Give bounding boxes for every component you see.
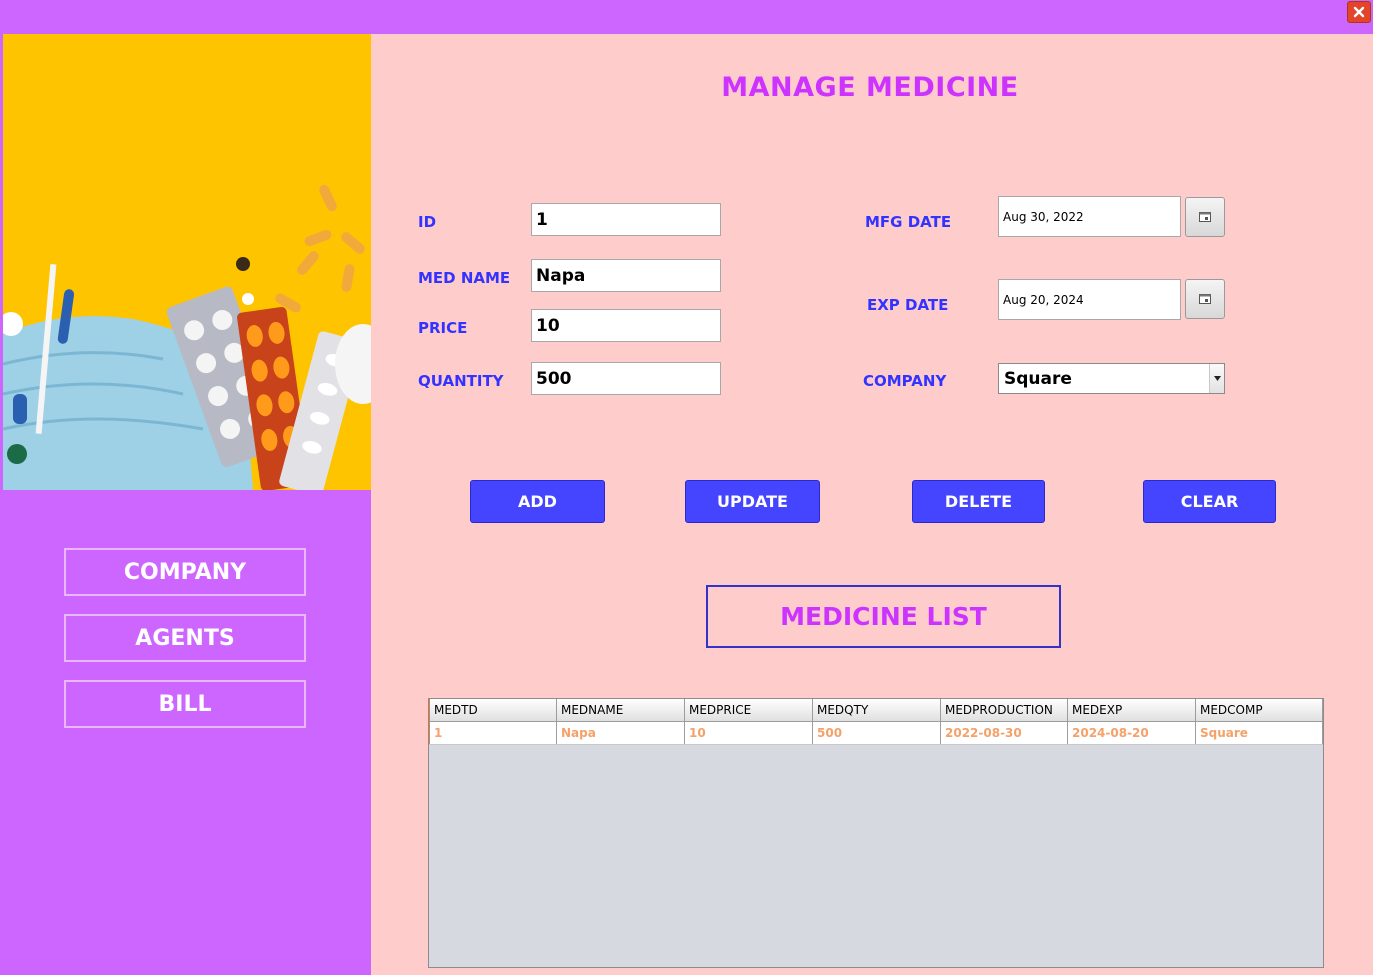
close-button[interactable] [1347,1,1371,23]
table-cell[interactable]: Square [1196,722,1323,744]
quantity-input[interactable] [531,362,721,395]
mfg-date-field[interactable]: Aug 30, 2022 [998,196,1181,237]
calendar-icon [1199,294,1211,304]
update-button-label: UPDATE [717,492,788,511]
id-input[interactable] [531,203,721,236]
column-header[interactable]: MEDTD [429,699,557,721]
table-header: MEDTD MEDNAME MEDPRICE MEDQTY MEDPRODUCT… [429,699,1323,722]
med-name-label: MED NAME [418,269,511,287]
medicine-list-title: MEDICINE LIST [706,585,1061,648]
chevron-down-icon [1209,364,1224,393]
exp-date-label: EXP DATE [867,296,949,314]
mfg-date-label: MFG DATE [865,213,952,231]
column-header[interactable]: MEDPRODUCTION [941,699,1068,721]
medicine-list-title-text: MEDICINE LIST [780,602,987,631]
medicine-banner-image [3,34,371,490]
table-cell[interactable]: 2024-08-20 [1068,722,1196,744]
main-panel: MANAGE MEDICINE ID MED NAME PRICE QUANTI… [371,34,1373,975]
table-cell[interactable]: 1 [429,722,557,744]
add-button[interactable]: ADD [470,480,605,523]
column-header[interactable]: MEDCOMP [1196,699,1323,721]
table-cell[interactable]: Napa [557,722,685,744]
title-bar [0,0,1373,34]
medicine-table[interactable]: MEDTD MEDNAME MEDPRICE MEDQTY MEDPRODUCT… [428,698,1324,968]
column-header[interactable]: MEDPRICE [685,699,813,721]
table-cell[interactable]: 10 [685,722,813,744]
sidebar-item-label: AGENTS [135,625,235,651]
mfg-date-value: Aug 30, 2022 [1003,209,1084,224]
price-label: PRICE [418,319,468,337]
clear-button-label: CLEAR [1180,492,1239,511]
med-name-input[interactable] [531,259,721,292]
exp-date-value: Aug 20, 2024 [1003,292,1084,307]
page-title: MANAGE MEDICINE [721,72,1019,103]
close-icon [1353,6,1365,18]
clear-button[interactable]: CLEAR [1143,480,1276,523]
mfg-date-picker-button[interactable] [1185,197,1225,237]
table-row[interactable]: 1 Napa 10 500 2022-08-30 2024-08-20 Squa… [429,722,1323,745]
exp-date-field[interactable]: Aug 20, 2024 [998,279,1181,320]
column-header[interactable]: MEDQTY [813,699,941,721]
calendar-icon [1199,212,1211,222]
delete-button-label: DELETE [944,492,1013,511]
company-select[interactable]: Square [998,363,1225,394]
sidebar-item-label: COMPANY [123,559,247,585]
column-header[interactable]: MEDEXP [1068,699,1196,721]
sidebar: COMPANY AGENTS BILL [0,34,371,975]
quantity-label: QUANTITY [418,372,504,390]
sidebar-item-bill[interactable]: BILL [64,680,306,728]
exp-date-picker-button[interactable] [1185,279,1225,319]
sidebar-item-agents[interactable]: AGENTS [64,614,306,662]
id-label: ID [418,213,437,231]
table-cell[interactable]: 2022-08-30 [941,722,1068,744]
update-button[interactable]: UPDATE [685,480,820,523]
sidebar-item-label: BILL [158,691,212,717]
company-select-value: Square [1004,368,1072,389]
price-input[interactable] [531,309,721,342]
delete-button[interactable]: DELETE [912,480,1045,523]
column-header[interactable]: MEDNAME [557,699,685,721]
table-cell[interactable]: 500 [813,722,941,744]
company-label: COMPANY [863,372,947,390]
sidebar-item-company[interactable]: COMPANY [64,548,306,596]
add-button-label: ADD [518,492,557,511]
